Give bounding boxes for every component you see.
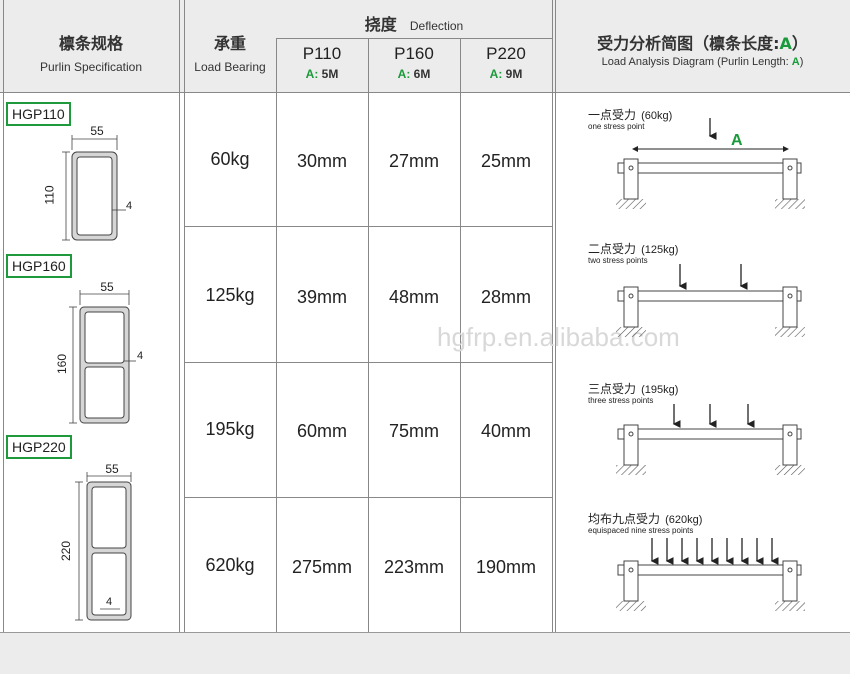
support-post	[623, 286, 639, 328]
beam	[617, 564, 802, 576]
ground	[775, 601, 805, 611]
support-post	[782, 286, 798, 328]
ground	[775, 465, 805, 475]
beam	[617, 428, 802, 440]
ground	[775, 199, 805, 209]
support-post	[782, 424, 798, 466]
ground	[616, 465, 646, 475]
support-post	[623, 560, 639, 602]
ground	[616, 327, 646, 337]
support-post	[782, 158, 798, 200]
footer-band	[0, 632, 850, 674]
support-post	[623, 424, 639, 466]
ground	[616, 199, 646, 209]
beam	[617, 162, 802, 174]
load-diagram-1	[616, 118, 805, 611]
beam	[617, 290, 802, 302]
support-post	[623, 158, 639, 200]
ground	[616, 601, 646, 611]
support-post	[782, 560, 798, 602]
ground	[775, 327, 805, 337]
